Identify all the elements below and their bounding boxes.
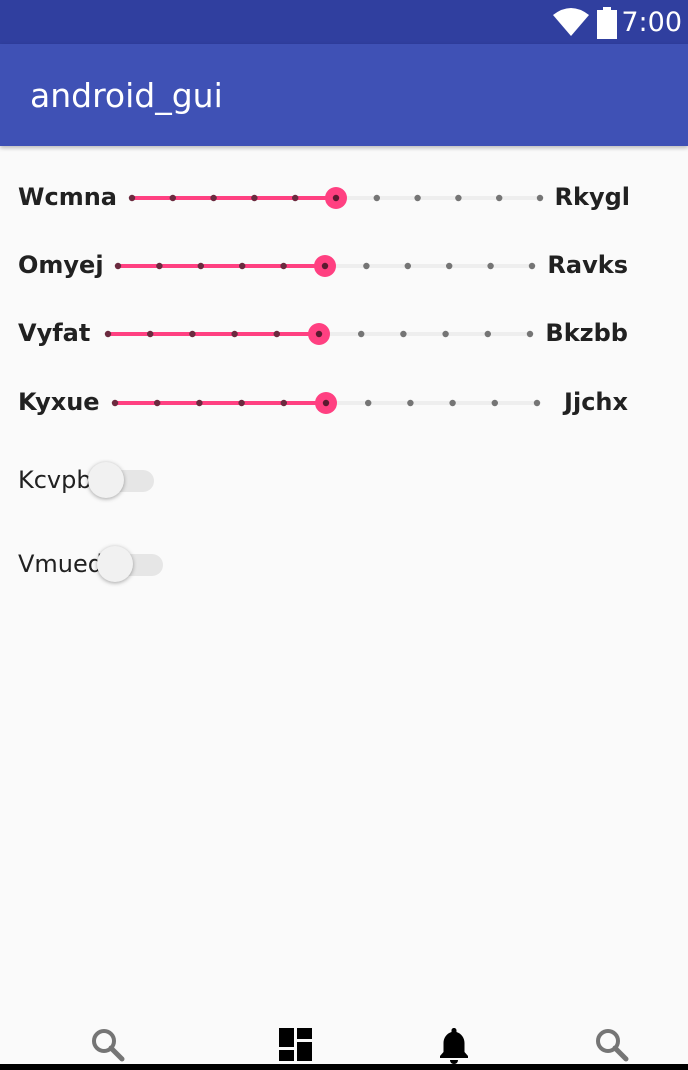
slider-tick-mark [365, 399, 372, 407]
slider-tick-mark [407, 399, 414, 407]
slider-tick-mark [491, 399, 498, 407]
switch-1-label: Kcvpb [18, 466, 92, 494]
slider-2-left-label: Omyej [18, 251, 104, 279]
slider-tick-mark [487, 262, 494, 270]
slider-tick-mark [169, 194, 176, 202]
slider-tick-mark [128, 194, 136, 202]
slider-graphic [128, 187, 544, 209]
app-title: android_gui [30, 76, 223, 115]
slider-tick-mark [147, 330, 154, 338]
screen-bottom-edge [0, 1064, 688, 1070]
switch-2-label: Vmued [18, 550, 104, 578]
battery-icon [597, 7, 617, 39]
slider-graphic [114, 255, 536, 277]
slider-tick-mark [446, 262, 453, 270]
slider-tick-mark [449, 399, 456, 407]
slider-thumb-dot [321, 262, 329, 270]
slider-tick-mark [533, 399, 541, 407]
slider-tick-mark [280, 399, 287, 407]
slider-tick-mark [251, 194, 258, 202]
slider-graphic [111, 392, 541, 414]
slider-tick-mark [210, 194, 217, 202]
bottom-navigation [0, 1012, 688, 1064]
slider-thumb-dot [315, 330, 323, 338]
switch-2-toggle[interactable] [97, 546, 165, 582]
dashboard-icon[interactable] [276, 1026, 316, 1066]
slider-tick-mark [280, 262, 287, 270]
slider-3[interactable] [104, 319, 534, 349]
slider-4-left-label: Kyxue [18, 388, 100, 416]
slider-1-right-label: Rkygl [554, 183, 631, 211]
switch-1-thumb [88, 462, 124, 498]
slider-tick-mark [484, 330, 491, 338]
search-icon[interactable] [592, 1026, 632, 1066]
slider-tick-mark [358, 330, 365, 338]
slider-tick-mark [111, 399, 119, 407]
slider-2-right-label: Ravks [547, 251, 628, 279]
slider-tick-mark [400, 330, 407, 338]
slider-graphic [104, 323, 534, 345]
slider-tick-mark [231, 330, 238, 338]
slider-tick-mark [373, 194, 380, 202]
slider-4[interactable] [111, 388, 541, 418]
slider-2[interactable] [114, 251, 536, 281]
slider-1[interactable] [128, 183, 544, 213]
status-bar: 7:00 [0, 0, 688, 44]
slider-tick-mark [104, 330, 112, 338]
slider-tick-mark [363, 262, 370, 270]
slider-tick-mark [442, 330, 449, 338]
slider-tick-mark [196, 399, 203, 407]
slider-4-right-label: Jjchx [564, 388, 628, 416]
slider-tick-mark [197, 262, 204, 270]
notifications-icon[interactable] [434, 1026, 474, 1066]
slider-3-left-label: Vyfat [18, 319, 91, 347]
slider-tick-mark [526, 330, 534, 338]
slider-tick-mark [528, 262, 536, 270]
slider-tick-mark [404, 262, 411, 270]
slider-thumb-dot [332, 194, 340, 202]
slider-tick-mark [114, 262, 122, 270]
slider-tick-mark [292, 194, 299, 202]
slider-thumb-dot [322, 399, 330, 407]
app-bar: android_gui [0, 44, 688, 146]
slider-tick-mark [154, 399, 161, 407]
status-time: 7:00 [621, 7, 682, 38]
slider-1-left-label: Wcmna [18, 183, 117, 211]
slider-tick-mark [156, 262, 163, 270]
slider-tick-mark [536, 194, 544, 202]
switch-2-thumb [97, 546, 133, 582]
slider-tick-mark [238, 399, 245, 407]
slider-tick-mark [189, 330, 196, 338]
search-icon[interactable] [88, 1026, 128, 1066]
switch-1-toggle[interactable] [88, 462, 156, 498]
slider-3-right-label: Bkzbb [545, 319, 628, 347]
slider-tick-mark [414, 194, 421, 202]
slider-tick-mark [496, 194, 503, 202]
slider-tick-mark [273, 330, 280, 338]
slider-tick-mark [239, 262, 246, 270]
slider-tick-mark [455, 194, 462, 202]
wifi-icon [553, 8, 589, 36]
